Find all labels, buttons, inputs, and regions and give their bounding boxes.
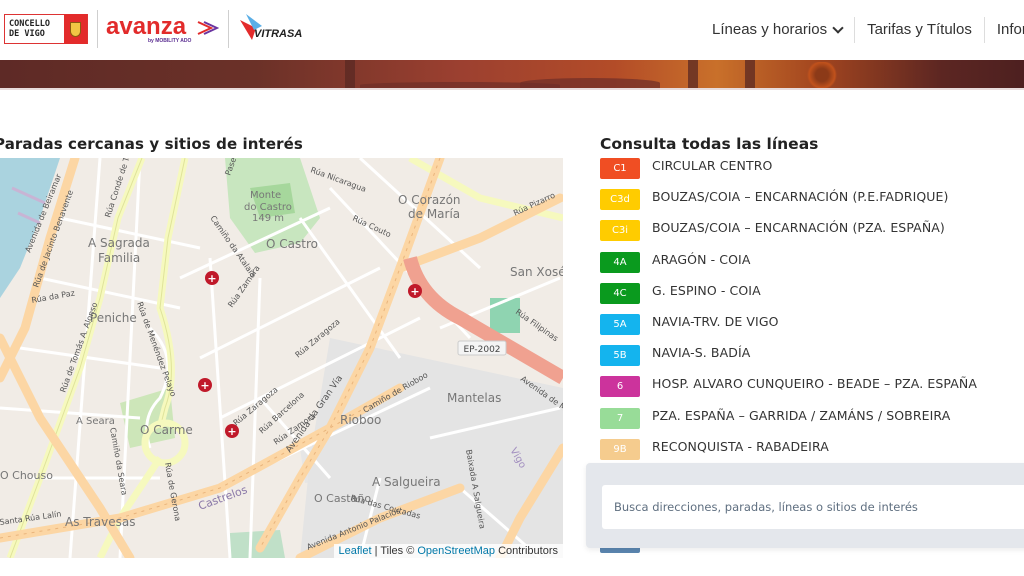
vitrasa-logo-text: VITRASA (254, 28, 303, 40)
line-badge[interactable]: C1 (600, 158, 640, 179)
line-name-link[interactable]: ARAGÓN - COIA (652, 251, 751, 269)
line-row[interactable]: 4C G. ESPINO - COIA (600, 282, 1024, 313)
line-row[interactable]: 4A ARAGÓN - COIA (600, 251, 1024, 282)
svg-text:A Sagrada: A Sagrada (88, 236, 150, 250)
attribution-separator: | Tiles © (371, 545, 418, 557)
line-badge[interactable]: 6 (600, 376, 640, 398)
line-name-link[interactable]: BOUZAS/COIA – ENCARNACIÓN (PZA. ESPAÑA) (652, 219, 945, 237)
line-row[interactable]: 7 PZA. ESPAÑA – GARRIDA / ZAMÁNS / SOBREI… (600, 407, 1024, 438)
lines-section-title: Consulta todas las líneas (600, 135, 819, 153)
svg-text:Rúa Filipinas: Rúa Filipinas (514, 307, 560, 343)
svg-text:de María: de María (408, 207, 460, 221)
line-name-link[interactable]: NAVIA-TRV. DE VIGO (652, 313, 779, 331)
hospital-cross-icon[interactable]: + (205, 271, 219, 285)
line-name-link[interactable]: HOSP. ALVARO CUNQUEIRO - BEADE – PZA. ES… (652, 375, 977, 393)
banner-tree (805, 62, 839, 88)
svg-text:Rúa Zamora: Rúa Zamora (226, 264, 262, 309)
svg-text:A Salgueira: A Salgueira (372, 475, 441, 489)
site-header: CONCELLO DE VIGO avanza by MOBILITY ADO … (0, 0, 1024, 60)
svg-text:As Travesas: As Travesas (65, 515, 135, 529)
line-badge[interactable]: 5A (600, 313, 640, 335)
line-name-link[interactable]: RECONQUISTA - RABADEIRA (652, 438, 829, 456)
svg-text:EP-2002: EP-2002 (463, 345, 500, 355)
svg-text:A Seara: A Seara (76, 416, 115, 427)
svg-text:O Carme: O Carme (140, 423, 193, 437)
avanza-logo-text: avanza (106, 13, 187, 40)
avanza-logo[interactable]: avanza by MOBILITY ADO (106, 13, 191, 44)
svg-text:Rúa Couto: Rúa Couto (351, 214, 392, 240)
banner-divider (0, 88, 1024, 90)
line-name-link[interactable]: BOUZAS/COIA – ENCARNACIÓN (P.E.FADRIQUE) (652, 188, 949, 206)
hospital-cross-icon[interactable]: + (408, 284, 422, 298)
svg-text:Peniche: Peniche (90, 311, 137, 325)
svg-text:Rúa de Gerona: Rúa de Gerona (163, 462, 182, 522)
line-badge[interactable]: C3d (600, 189, 640, 211)
nav-label: Líneas y horarios (712, 21, 828, 38)
avanza-arrow-icon (197, 21, 219, 35)
line-badge[interactable]: 9B (600, 438, 640, 460)
svg-text:San Xosé: San Xosé (510, 265, 563, 279)
concello-de-vigo-logo[interactable]: CONCELLO DE VIGO (4, 14, 88, 44)
map-section-title: Paradas cercanas y sitios de interés (0, 135, 303, 153)
avanza-logo-subtext: by MOBILITY ADO (148, 38, 192, 44)
hospital-cross-icon[interactable]: + (198, 378, 212, 392)
line-name-link[interactable]: PZA. ESPAÑA – GARRIDA / ZAMÁNS / SOBREIR… (652, 407, 950, 425)
line-badge[interactable]: 7 (600, 407, 640, 429)
line-row[interactable]: C1 CIRCULAR CENTRO (600, 157, 1024, 188)
logo-divider (97, 10, 98, 48)
line-badge[interactable]: C3i (600, 220, 640, 242)
svg-text:Rioboo: Rioboo (340, 413, 381, 427)
nav-label: Informa (996, 21, 1024, 38)
line-row[interactable]: 5A NAVIA-TRV. DE VIGO (600, 313, 1024, 344)
search-input[interactable] (602, 485, 1024, 529)
nav-tarifas-titulos[interactable]: Tarifas y Títulos (855, 17, 985, 43)
logo-divider (228, 10, 229, 48)
search-panel (586, 463, 1024, 548)
nav-informacion[interactable]: Informa (985, 17, 1024, 43)
svg-text:Mantelas: Mantelas (447, 391, 501, 405)
line-row[interactable]: C3d BOUZAS/COIA – ENCARNACIÓN (P.E.FADRIQ… (600, 188, 1024, 219)
svg-text:O Castro: O Castro (266, 237, 318, 251)
map-residential (300, 338, 563, 558)
svg-text:O Corazón: O Corazón (398, 193, 461, 207)
banner-pillar (745, 60, 755, 88)
hospital-cross-icon[interactable]: + (225, 424, 239, 438)
attribution-suffix: Contributors (495, 545, 558, 557)
nav-label: Tarifas y Títulos (867, 21, 972, 38)
svg-text:O Chouso: O Chouso (0, 469, 53, 482)
svg-text:Monte: Monte (250, 190, 281, 201)
map-tiles[interactable]: Monte do Castro 149 m O Corazón de María… (0, 158, 563, 558)
banner-pillar (345, 60, 355, 88)
coat-of-arms-icon (63, 14, 87, 44)
lines-list: C1 CIRCULAR CENTRO C3d BOUZAS/COIA – ENCARN… (600, 157, 1024, 469)
interactive-map[interactable]: Monte do Castro 149 m O Corazón de María… (0, 158, 563, 558)
line-badge[interactable]: 4C (600, 282, 640, 304)
openstreetmap-link[interactable]: OpenStreetMap (417, 545, 495, 557)
main-nav: Líneas y horarios Tarifas y Títulos Info… (700, 17, 1024, 43)
line-badge[interactable]: 4A (600, 251, 640, 273)
road-shield-ep-2002: EP-2002 (457, 340, 507, 356)
nav-lineas-horarios[interactable]: Líneas y horarios (700, 17, 856, 43)
line-row[interactable]: 5B NAVIA-S. BADÍA (600, 344, 1024, 375)
vitrasa-logo[interactable]: VITRASA (238, 12, 308, 46)
line-badge[interactable]: 5B (600, 345, 640, 367)
svg-text:149 m: 149 m (252, 213, 284, 224)
banner-pillar (688, 60, 698, 88)
line-name-link[interactable]: CIRCULAR CENTRO (652, 157, 772, 175)
line-name-link[interactable]: G. ESPINO - COIA (652, 282, 761, 300)
hero-banner-image (0, 60, 1024, 88)
concello-logo-text: CONCELLO DE VIGO (9, 19, 50, 39)
svg-text:Familia: Familia (98, 251, 140, 265)
svg-text:Rúa Nicaragua: Rúa Nicaragua (309, 165, 367, 193)
leaflet-link[interactable]: Leaflet (339, 545, 372, 557)
line-row[interactable]: 6 HOSP. ALVARO CUNQUEIRO - BEADE – PZA. E… (600, 375, 1024, 406)
map-attribution: Leaflet | Tiles © OpenStreetMap Contribu… (333, 544, 563, 558)
svg-text:do Castro: do Castro (244, 202, 292, 213)
line-row[interactable]: C3i BOUZAS/COIA – ENCARNACIÓN (PZA. ESPAÑ… (600, 219, 1024, 250)
chevron-down-icon (832, 22, 844, 34)
line-name-link[interactable]: NAVIA-S. BADÍA (652, 344, 750, 362)
